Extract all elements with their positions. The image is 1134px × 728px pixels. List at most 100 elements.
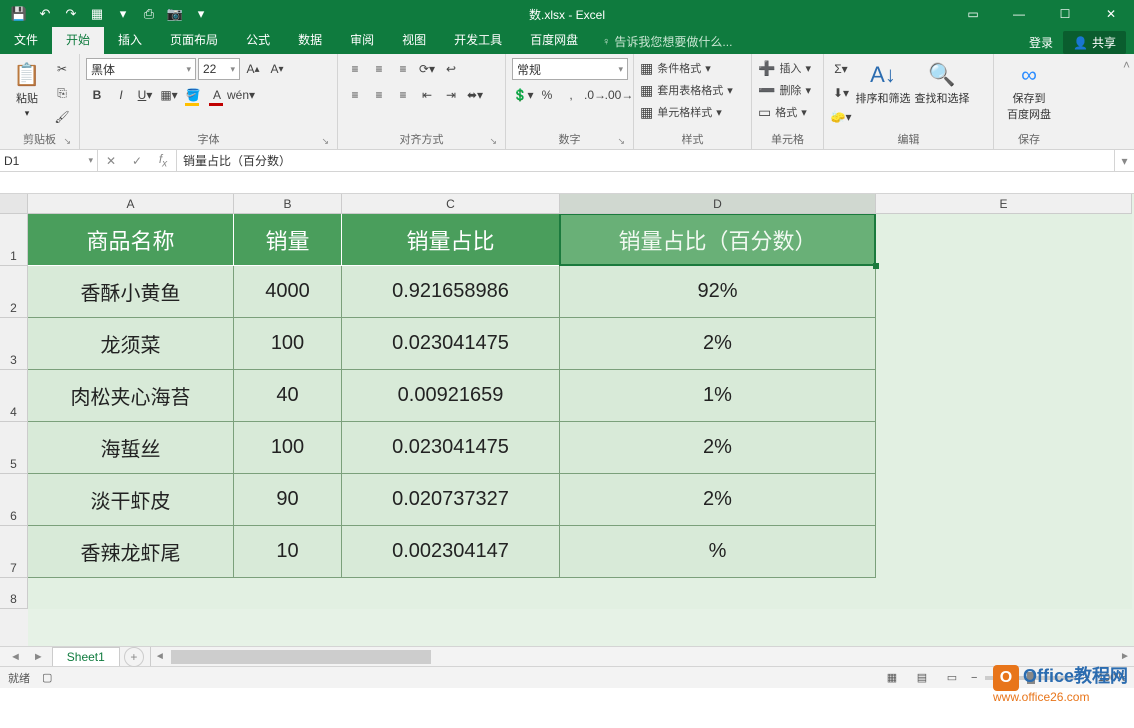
redo-icon[interactable]: ↷ xyxy=(60,3,82,25)
fx-icon[interactable]: fx xyxy=(150,152,176,169)
empty-cell[interactable] xyxy=(342,578,560,609)
data-cell[interactable]: 海蜇丝 xyxy=(28,422,234,474)
decrease-font-icon[interactable]: A▾ xyxy=(266,58,288,80)
conditional-format-button[interactable]: ▦条件格式▾ xyxy=(640,58,711,78)
data-cell[interactable]: 1% xyxy=(560,370,876,422)
clear-icon[interactable]: 🧽▾ xyxy=(830,106,852,128)
data-cell[interactable]: 2% xyxy=(560,422,876,474)
wrap-text-icon[interactable]: ↩ xyxy=(440,58,462,80)
cut-icon[interactable]: ✂ xyxy=(51,58,73,80)
row-header-2[interactable]: 2 xyxy=(0,266,28,318)
tab-layout[interactable]: 页面布局 xyxy=(156,27,232,54)
align-right-icon[interactable]: ≡ xyxy=(392,84,414,106)
empty-cell[interactable] xyxy=(234,578,342,609)
font-size-select[interactable]: 22▾ xyxy=(198,58,240,80)
cells-container[interactable]: 商品名称销量销量占比销量占比（百分数）香酥小黄鱼40000.9216589869… xyxy=(28,214,1134,646)
row-header-3[interactable]: 3 xyxy=(0,318,28,370)
find-select-button[interactable]: 🔍 查找和选择 xyxy=(914,58,970,106)
tab-file[interactable]: 文件 xyxy=(0,27,52,54)
row-header-7[interactable]: 7 xyxy=(0,526,28,578)
header-cell[interactable]: 商品名称 xyxy=(28,214,234,266)
empty-cell[interactable] xyxy=(876,578,1132,609)
column-header-C[interactable]: C xyxy=(342,194,560,213)
zoom-out-icon[interactable]: − xyxy=(971,672,977,684)
row-header-5[interactable]: 5 xyxy=(0,422,28,474)
increase-indent-icon[interactable]: ⇥ xyxy=(440,84,462,106)
align-dialog-icon[interactable]: ↘ xyxy=(489,136,497,147)
sheet-nav-next-icon[interactable]: ► xyxy=(29,651,48,663)
delete-cells-button[interactable]: ➖删除▾ xyxy=(758,80,811,100)
expand-formula-icon[interactable]: ▾ xyxy=(1114,150,1134,171)
merge-icon[interactable]: ⬌▾ xyxy=(464,84,486,106)
align-middle-icon[interactable]: ≡ xyxy=(368,58,390,80)
data-cell[interactable]: 0.023041475 xyxy=(342,422,560,474)
phonetic-icon[interactable]: wén▾ xyxy=(230,84,252,106)
row-header-4[interactable]: 4 xyxy=(0,370,28,422)
page-layout-view-icon[interactable]: ▤ xyxy=(911,669,933,687)
bold-icon[interactable]: B xyxy=(86,84,108,106)
save-cloud-button[interactable]: ∞ 保存到 百度网盘 xyxy=(1000,58,1058,122)
qat-camera-icon[interactable]: 📷 xyxy=(164,3,186,25)
data-cell[interactable]: 0.921658986 xyxy=(342,266,560,318)
sort-filter-button[interactable]: A↓ 排序和筛选 xyxy=(855,58,911,106)
empty-cell[interactable] xyxy=(876,214,1132,266)
italic-icon[interactable]: I xyxy=(110,84,132,106)
align-bottom-icon[interactable]: ≡ xyxy=(392,58,414,80)
accounting-icon[interactable]: 💲▾ xyxy=(512,84,534,106)
align-top-icon[interactable]: ≡ xyxy=(344,58,366,80)
underline-icon[interactable]: U▾ xyxy=(134,84,156,106)
tab-data[interactable]: 数据 xyxy=(284,27,336,54)
percent-icon[interactable]: % xyxy=(536,84,558,106)
data-cell[interactable]: % xyxy=(560,526,876,578)
format-cells-button[interactable]: ▭格式▾ xyxy=(758,102,807,122)
scroll-right-icon[interactable]: ► xyxy=(1116,647,1134,666)
cancel-formula-icon[interactable]: ✕ xyxy=(98,154,124,168)
tab-insert[interactable]: 插入 xyxy=(104,27,156,54)
data-cell[interactable]: 100 xyxy=(234,422,342,474)
qat-more-icon[interactable]: ▾ xyxy=(190,3,212,25)
data-cell[interactable]: 0.020737327 xyxy=(342,474,560,526)
data-cell[interactable]: 2% xyxy=(560,318,876,370)
scroll-left-icon[interactable]: ◄ xyxy=(151,647,169,666)
data-cell[interactable]: 92% xyxy=(560,266,876,318)
empty-cell[interactable] xyxy=(560,578,876,609)
border-icon[interactable]: ▦▾ xyxy=(158,84,180,106)
data-cell[interactable]: 淡干虾皮 xyxy=(28,474,234,526)
sheet-tab[interactable]: Sheet1 xyxy=(52,647,120,666)
spreadsheet-grid[interactable]: ABCDE 12345678 商品名称销量销量占比销量占比（百分数）香酥小黄鱼4… xyxy=(0,194,1134,646)
paste-button[interactable]: 📋 粘贴 ▾ xyxy=(6,58,48,119)
data-cell[interactable]: 10 xyxy=(234,526,342,578)
minimize-icon[interactable]: ― xyxy=(996,0,1042,28)
decrease-indent-icon[interactable]: ⇤ xyxy=(416,84,438,106)
empty-cell[interactable] xyxy=(876,318,1132,370)
orientation-icon[interactable]: ⟳▾ xyxy=(416,58,438,80)
data-cell[interactable]: 龙须菜 xyxy=(28,318,234,370)
data-cell[interactable]: 0.002304147 xyxy=(342,526,560,578)
comma-icon[interactable]: , xyxy=(560,84,582,106)
number-dialog-icon[interactable]: ↘ xyxy=(617,136,625,147)
empty-cell[interactable] xyxy=(876,474,1132,526)
header-cell[interactable]: 销量 xyxy=(234,214,342,266)
collapse-ribbon-icon[interactable]: ˄ xyxy=(1123,58,1130,72)
column-header-A[interactable]: A xyxy=(28,194,234,213)
data-cell[interactable]: 4000 xyxy=(234,266,342,318)
save-icon[interactable]: 💾 xyxy=(8,3,30,25)
data-cell[interactable]: 0.00921659 xyxy=(342,370,560,422)
add-sheet-icon[interactable]: + xyxy=(124,647,144,667)
table-format-button[interactable]: ▦套用表格格式▾ xyxy=(640,80,733,100)
tell-me-input[interactable]: 告诉我您想要做什么... xyxy=(592,29,742,54)
font-dialog-icon[interactable]: ↘ xyxy=(321,136,329,147)
undo-icon[interactable]: ↶ xyxy=(34,3,56,25)
tab-review[interactable]: 审阅 xyxy=(336,27,388,54)
format-painter-icon[interactable]: 🖌 xyxy=(51,106,73,128)
number-format-select[interactable]: 常规▾ xyxy=(512,58,628,80)
fill-icon[interactable]: ⬇▾ xyxy=(830,82,852,104)
row-header-8[interactable]: 8 xyxy=(0,578,28,609)
data-cell[interactable]: 2% xyxy=(560,474,876,526)
empty-cell[interactable] xyxy=(876,422,1132,474)
qat-print-icon[interactable]: ⎙ xyxy=(138,3,160,25)
select-all-corner[interactable] xyxy=(0,194,28,214)
tab-view[interactable]: 视图 xyxy=(388,27,440,54)
increase-font-icon[interactable]: A▴ xyxy=(242,58,264,80)
increase-decimal-icon[interactable]: .0→ xyxy=(584,84,606,106)
